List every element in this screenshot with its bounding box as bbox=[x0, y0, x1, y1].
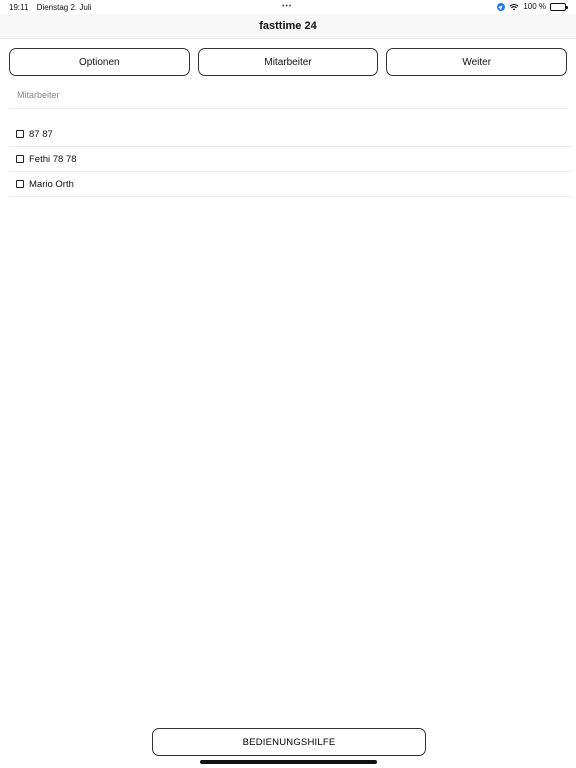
checkbox-icon[interactable] bbox=[16, 130, 24, 138]
navigation-bar: fasttime 24 bbox=[0, 14, 576, 39]
list-item[interactable]: 87 87 bbox=[9, 122, 572, 147]
battery-percent: 100 % bbox=[523, 2, 546, 11]
page-title: fasttime 24 bbox=[259, 20, 317, 32]
wifi-icon bbox=[509, 3, 519, 10]
section-label-employees: Mitarbeiter bbox=[17, 90, 60, 100]
help-button[interactable]: BEDIENUNGSHILFE bbox=[152, 728, 426, 756]
battery-icon bbox=[550, 2, 568, 11]
status-right: 100 % bbox=[497, 2, 568, 11]
checkbox-icon[interactable] bbox=[16, 155, 24, 163]
home-indicator[interactable] bbox=[200, 760, 377, 764]
divider bbox=[9, 108, 568, 109]
list-item[interactable]: Mario Orth bbox=[9, 172, 572, 197]
employee-list: 87 87 Fethi 78 78 Mario Orth bbox=[9, 122, 572, 197]
status-time: 19:11 bbox=[9, 3, 29, 12]
list-item[interactable]: Fethi 78 78 bbox=[9, 147, 572, 172]
employees-button[interactable]: Mitarbeiter bbox=[197, 48, 379, 76]
next-button[interactable]: Weiter bbox=[386, 48, 568, 76]
status-left: 19:11 Dienstag 2. Juli bbox=[9, 3, 97, 12]
options-button[interactable]: Optionen bbox=[9, 48, 190, 76]
checkbox-icon[interactable] bbox=[16, 180, 24, 188]
multitasking-dots-icon[interactable]: ••• bbox=[282, 3, 292, 10]
location-icon bbox=[497, 2, 506, 11]
employee-name: Fethi 78 78 bbox=[29, 153, 77, 165]
top-button-row: Optionen Mitarbeiter Weiter bbox=[9, 48, 568, 76]
status-bar: 19:11 Dienstag 2. Juli ••• 100 % bbox=[0, 0, 576, 14]
status-date: Dienstag 2. Juli bbox=[36, 3, 92, 12]
employee-name: 87 87 bbox=[29, 128, 53, 140]
employee-name: Mario Orth bbox=[29, 178, 74, 190]
